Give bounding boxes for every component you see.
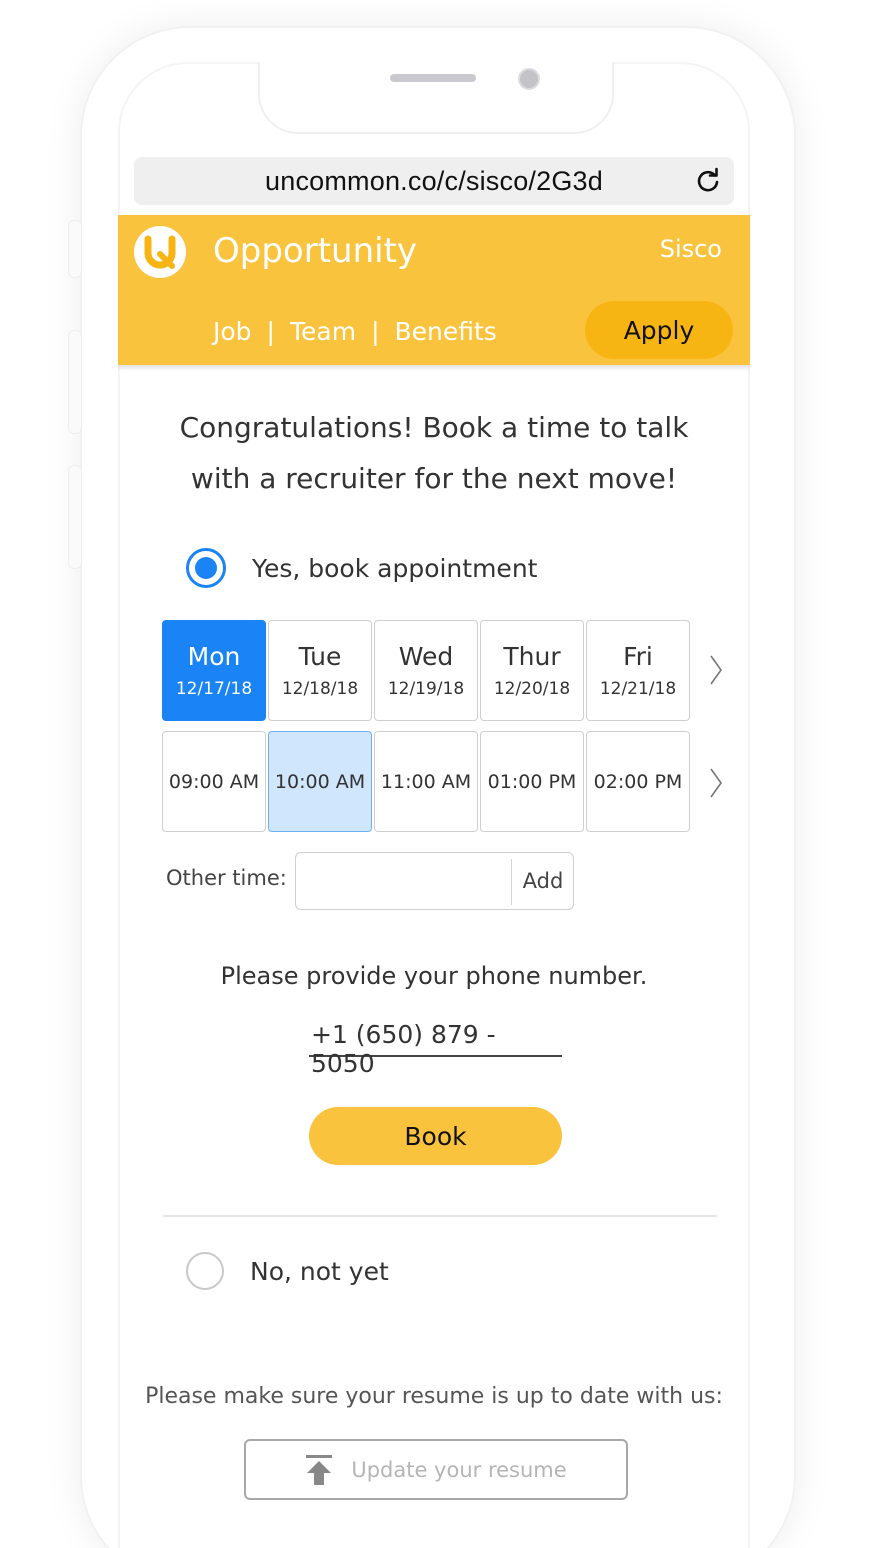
other-time-input[interactable]: Add	[295, 852, 574, 910]
next-times-chevron-right-icon[interactable]	[706, 765, 726, 801]
other-time-label: Other time:	[166, 866, 287, 890]
url-text: uncommon.co/c/sisco/2G3d	[265, 165, 603, 196]
nav-separator: |	[371, 317, 380, 346]
update-resume-button[interactable]: Update your resume	[244, 1439, 628, 1500]
page-title: Opportunity	[213, 231, 418, 271]
header-nav: Job | Team | Benefits	[213, 317, 497, 346]
day-date: 12/20/18	[493, 679, 571, 699]
day-date: 12/21/18	[599, 679, 677, 699]
no-radio-label: No, not yet	[250, 1256, 389, 1286]
update-resume-label: Update your resume	[351, 1457, 567, 1482]
address-bar[interactable]: uncommon.co/c/sisco/2G3d	[134, 157, 734, 205]
phone-side-button	[68, 330, 82, 434]
time-option[interactable]: 09:00 AM	[162, 731, 266, 832]
upload-icon	[306, 1454, 333, 1485]
headline-line: with a recruiter for the next move!	[190, 462, 678, 495]
nav-job[interactable]: Job	[213, 317, 252, 346]
time-option[interactable]: 02:00 PM	[586, 731, 690, 832]
time-label: 11:00 AM	[380, 770, 472, 793]
nav-separator: |	[266, 317, 275, 346]
day-name: Thur	[503, 642, 561, 671]
day-selector: Mon 12/17/18 Tue 12/18/18 Wed 12/19/18 T…	[162, 620, 692, 721]
next-days-chevron-right-icon[interactable]	[706, 652, 726, 688]
time-option[interactable]: 11:00 AM	[374, 731, 478, 832]
speaker	[390, 74, 476, 82]
yes-radio[interactable]	[186, 548, 226, 588]
day-name: Fri	[623, 642, 653, 671]
phone-prompt: Please provide your phone number.	[220, 962, 648, 990]
headline-line: Congratulations! Book a time to talk	[179, 411, 689, 444]
no-radio[interactable]	[186, 1252, 224, 1290]
no-option[interactable]: No, not yet	[186, 1252, 389, 1290]
reload-icon[interactable]	[694, 167, 722, 195]
day-name: Tue	[298, 642, 342, 671]
phone-side-button	[68, 465, 82, 569]
day-option[interactable]: Mon 12/17/18	[162, 620, 266, 721]
time-label: 01:00 PM	[487, 770, 577, 793]
day-option[interactable]: Tue 12/18/18	[268, 620, 372, 721]
time-option[interactable]: 10:00 AM	[268, 731, 372, 832]
yes-option[interactable]: Yes, book appointment	[186, 548, 537, 588]
app-header: Opportunity Sisco Job | Team | Benefits …	[118, 215, 750, 365]
camera	[518, 68, 540, 90]
nav-team[interactable]: Team	[290, 317, 356, 346]
phone-side-button	[68, 220, 82, 278]
headline: Congratulations! Book a time to talk wit…	[118, 402, 750, 504]
phone-screen: uncommon.co/c/sisco/2G3d Opportunity Sis…	[118, 62, 750, 1548]
company-name[interactable]: Sisco	[660, 235, 722, 263]
day-date: 12/17/18	[175, 679, 253, 699]
resume-note: Please make sure your resume is up to da…	[145, 1384, 723, 1409]
time-label: 02:00 PM	[593, 770, 683, 793]
day-date: 12/19/18	[387, 679, 465, 699]
time-label: 10:00 AM	[274, 770, 366, 793]
apply-button[interactable]: Apply	[585, 301, 733, 359]
time-label: 09:00 AM	[168, 770, 260, 793]
day-option[interactable]: Thur 12/20/18	[480, 620, 584, 721]
time-selector: 09:00 AM 10:00 AM 11:00 AM 01:00 PM 02:0…	[162, 731, 692, 832]
day-date: 12/18/18	[281, 679, 359, 699]
day-option[interactable]: Fri 12/21/18	[586, 620, 690, 721]
add-time-button[interactable]: Add	[512, 853, 574, 909]
phone-number-input[interactable]: +1 (650) 879 - 5050	[309, 1020, 562, 1078]
day-name: Wed	[398, 642, 454, 671]
yes-radio-label: Yes, book appointment	[252, 553, 538, 583]
day-name: Mon	[187, 642, 241, 671]
time-option[interactable]: 01:00 PM	[480, 731, 584, 832]
divider	[163, 1215, 717, 1217]
nav-benefits[interactable]: Benefits	[395, 317, 497, 346]
uncommon-logo[interactable]	[134, 226, 186, 278]
phone-notch	[258, 62, 614, 134]
book-button[interactable]: Book	[309, 1107, 562, 1165]
day-option[interactable]: Wed 12/19/18	[374, 620, 478, 721]
